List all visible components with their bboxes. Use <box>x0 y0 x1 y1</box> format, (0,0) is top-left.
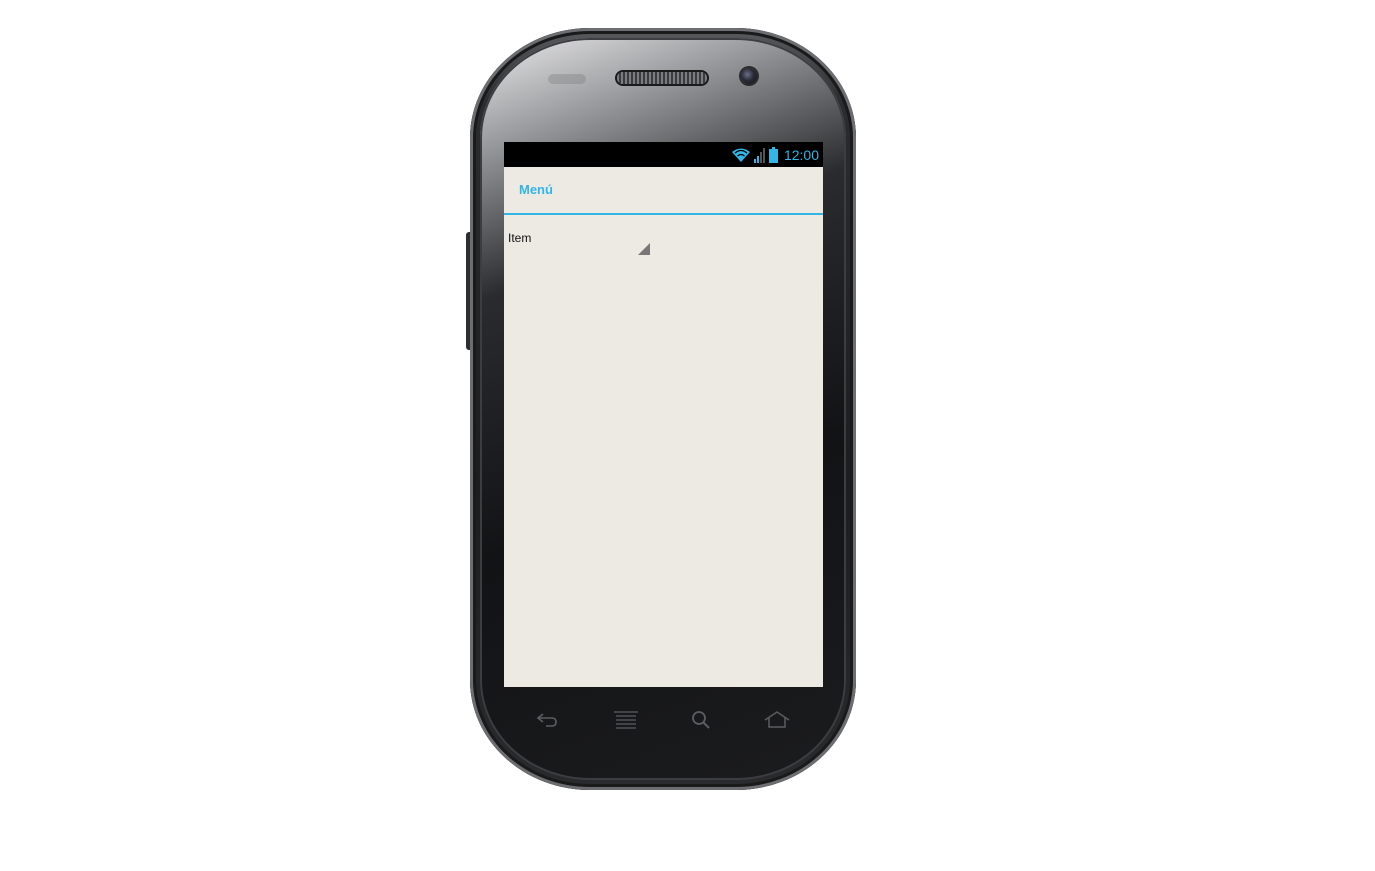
back-icon <box>536 713 557 727</box>
item-spinner[interactable]: Item <box>504 226 654 260</box>
device-screen: 12:00 Menú Item <box>504 142 823 687</box>
home-icon <box>764 711 790 728</box>
earpiece-speaker <box>617 72 707 84</box>
menu-button[interactable] <box>611 708 641 732</box>
signal-icon <box>753 148 765 163</box>
home-button[interactable] <box>762 708 792 732</box>
back-button[interactable] <box>532 708 562 732</box>
action-bar-title: Menú <box>519 182 553 197</box>
menu-icon <box>614 711 638 729</box>
status-icons: 12:00 <box>731 145 819 165</box>
status-time: 12:00 <box>783 147 819 163</box>
spinner-arrow-icon <box>638 243 650 255</box>
action-bar: Menú <box>504 167 823 215</box>
front-camera <box>741 68 757 84</box>
wifi-icon <box>731 148 750 162</box>
search-icon <box>692 711 710 729</box>
status-bar: 12:00 <box>504 142 823 167</box>
spinner-selected-label: Item <box>508 231 532 245</box>
navigation-bar <box>504 700 823 740</box>
search-button[interactable] <box>686 708 716 732</box>
proximity-sensor <box>548 74 586 84</box>
battery-icon <box>768 147 778 163</box>
